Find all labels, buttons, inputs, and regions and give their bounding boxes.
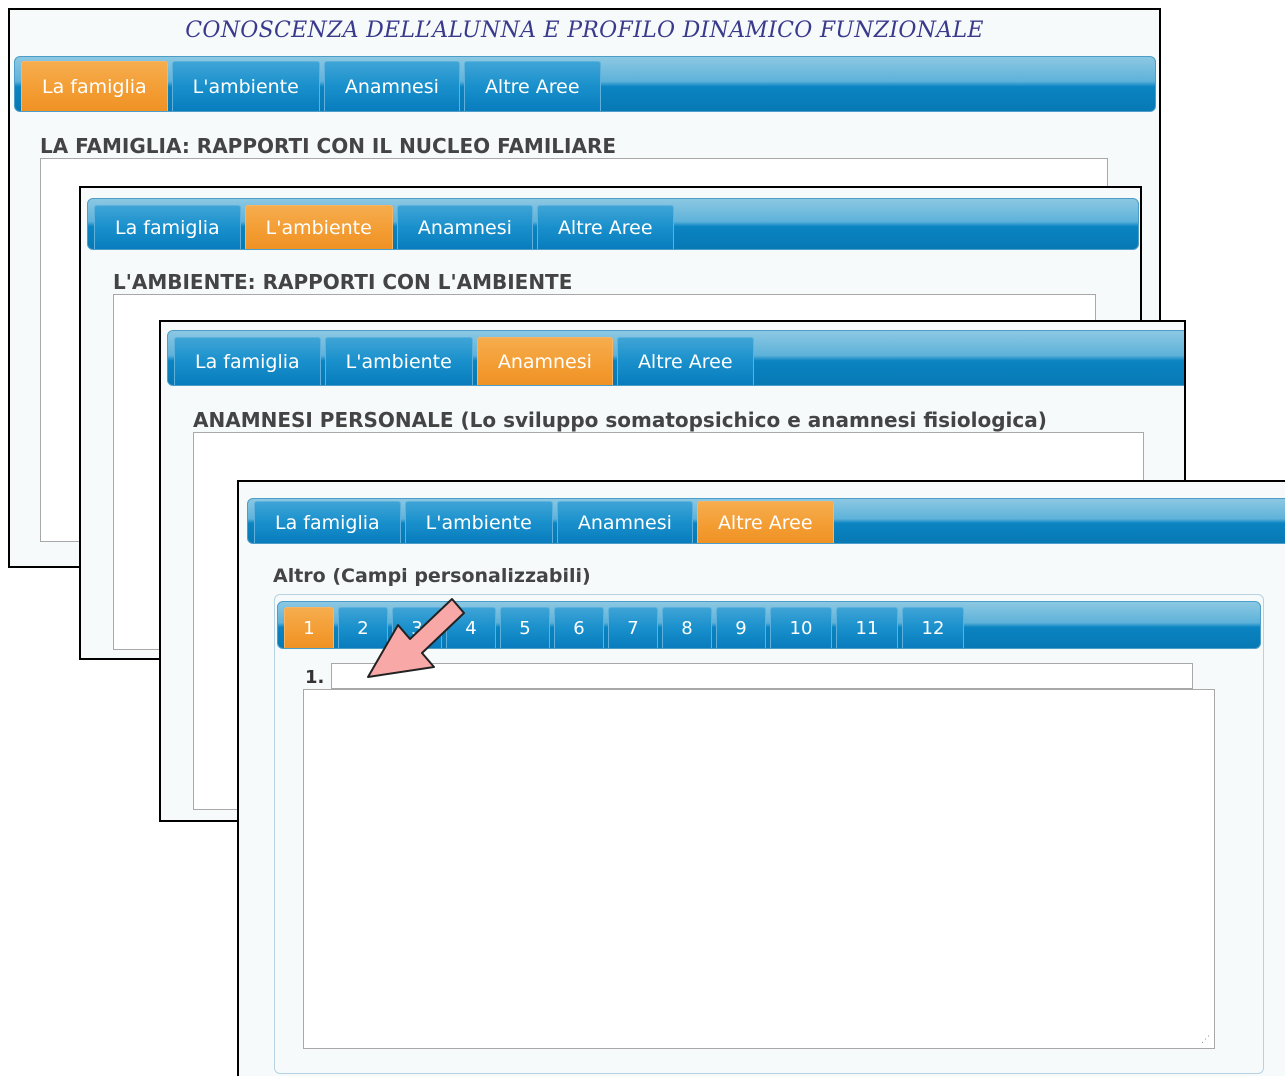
tab-bar: La famiglia L'ambiente Anamnesi Altre Ar… [87, 198, 1139, 250]
tab-l-ambiente[interactable]: L'ambiente [404, 501, 553, 543]
tab-la-famiglia[interactable]: La famiglia [94, 205, 241, 249]
number-tab-3[interactable]: 3 [392, 607, 442, 648]
tab-anamnesi[interactable]: Anamnesi [323, 61, 460, 111]
tab-anamnesi[interactable]: Anamnesi [396, 205, 533, 249]
field-text-area[interactable] [303, 689, 1215, 1049]
tab-bar: La famiglia L'ambiente Anamnesi Altre Ar… [14, 56, 1156, 112]
custom-fields-panel: 1 2 3 4 5 6 7 8 9 10 11 12 1. ⋰ [274, 594, 1264, 1074]
tab-anamnesi[interactable]: Anamnesi [476, 337, 613, 385]
number-tab-1[interactable]: 1 [284, 607, 334, 648]
section-title: LA FAMIGLIA: RAPPORTI CON IL NUCLEO FAMI… [40, 134, 617, 158]
number-tab-7[interactable]: 7 [608, 607, 658, 648]
number-tab-4[interactable]: 4 [446, 607, 496, 648]
field-number-label: 1. [305, 667, 325, 688]
number-tab-12[interactable]: 12 [902, 607, 964, 648]
tab-la-famiglia[interactable]: La famiglia [254, 501, 401, 543]
section-title: ANAMNESI PERSONALE (Lo sviluppo somatops… [193, 408, 1047, 432]
number-tab-5[interactable]: 5 [500, 607, 550, 648]
tab-altre-aree[interactable]: Altre Aree [463, 61, 601, 111]
tab-altre-aree[interactable]: Altre Aree [696, 501, 834, 543]
tab-l-ambiente[interactable]: L'ambiente [244, 205, 393, 249]
tab-altre-aree[interactable]: Altre Aree [536, 205, 674, 249]
number-tab-9[interactable]: 9 [716, 607, 766, 648]
tab-anamnesi[interactable]: Anamnesi [556, 501, 693, 543]
tab-bar: La famiglia L'ambiente Anamnesi Altre Ar… [247, 498, 1285, 544]
number-tab-6[interactable]: 6 [554, 607, 604, 648]
section-title: Altro (Campi personalizzabili) [273, 565, 591, 587]
number-tab-11[interactable]: 11 [836, 607, 898, 648]
section-title: L'AMBIENTE: RAPPORTI CON L'AMBIENTE [113, 270, 573, 294]
panel-altre-aree: La famiglia L'ambiente Anamnesi Altre Ar… [237, 480, 1285, 1076]
number-tab-8[interactable]: 8 [662, 607, 712, 648]
field-title-input[interactable] [331, 663, 1193, 689]
resize-grip-icon[interactable]: ⋰ [1201, 1035, 1211, 1045]
number-tab-10[interactable]: 10 [770, 607, 832, 648]
tab-l-ambiente[interactable]: L'ambiente [171, 61, 320, 111]
tab-altre-aree[interactable]: Altre Aree [616, 337, 754, 385]
tab-la-famiglia[interactable]: La famiglia [174, 337, 321, 385]
tab-bar: La famiglia L'ambiente Anamnesi Altre Ar… [167, 330, 1184, 386]
number-tab-bar: 1 2 3 4 5 6 7 8 9 10 11 12 [277, 601, 1261, 649]
number-tab-2[interactable]: 2 [338, 607, 388, 648]
tab-l-ambiente[interactable]: L'ambiente [324, 337, 473, 385]
page-title: CONOSCENZA DELL’ALUNNA E PROFILO DINAMIC… [185, 18, 984, 43]
tab-la-famiglia[interactable]: La famiglia [21, 61, 168, 111]
